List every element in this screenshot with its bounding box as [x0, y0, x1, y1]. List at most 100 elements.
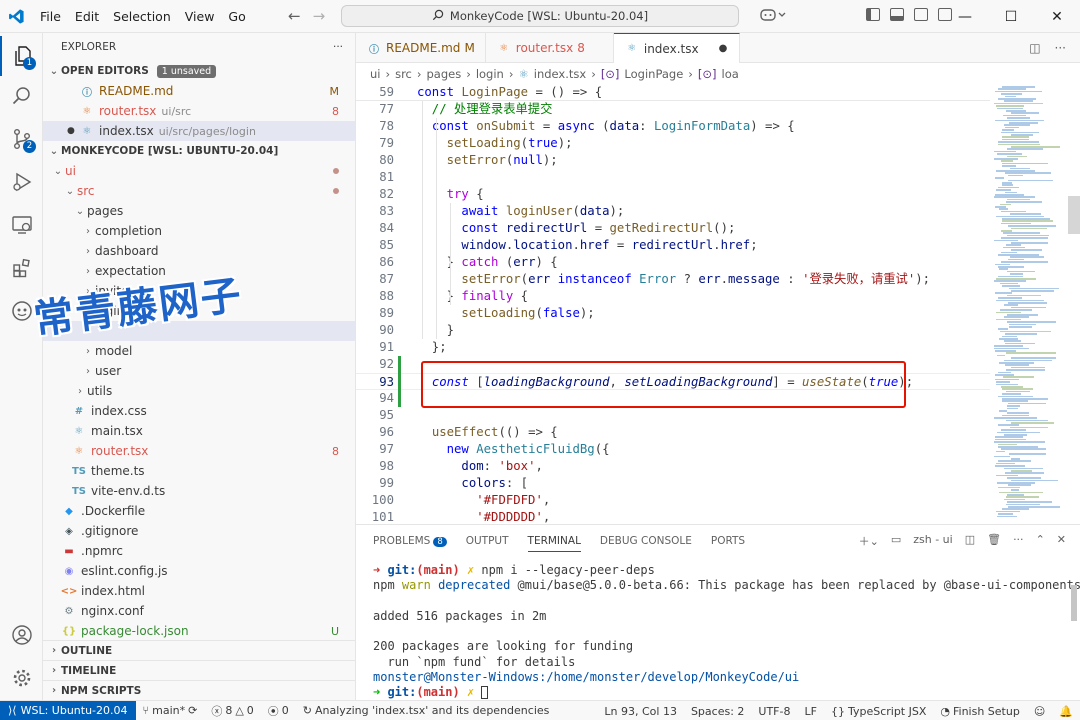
code-editor[interactable]: 59 const LoginPage = () => {77 // 处理登录表单提…	[356, 84, 990, 524]
new-terminal-icon[interactable]: ＋⌄	[859, 533, 879, 549]
tab-index[interactable]: ⚛ index.tsx ●	[613, 33, 741, 63]
menu-selection[interactable]: Selection	[106, 9, 178, 24]
minimap[interactable]	[990, 84, 1070, 524]
end-of-line[interactable]: LF	[797, 705, 823, 718]
language-mode[interactable]: {} TypeScript JSX	[824, 705, 933, 718]
code-line[interactable]: 81	[356, 169, 990, 186]
breadcrumb-item[interactable]: ui	[370, 67, 380, 81]
menu-file[interactable]: File	[33, 9, 68, 24]
tree-folder-login[interactable]: ⌄ login	[43, 301, 355, 321]
menu-view[interactable]: View	[178, 9, 222, 24]
kill-terminal-icon[interactable]: 🗑	[987, 533, 1001, 549]
code-line[interactable]: 89 setLoading(false);	[356, 305, 990, 322]
maximize-panel-icon[interactable]: ⌃	[1036, 533, 1045, 549]
tree-folder-dashboard[interactable]: › dashboard	[43, 241, 355, 261]
indentation[interactable]: Spaces: 2	[684, 705, 751, 718]
menu-go[interactable]: Go	[221, 9, 252, 24]
copilot-status-icon[interactable]: ☺	[1027, 705, 1052, 718]
notifications-bell-icon[interactable]: 🔔	[1052, 705, 1080, 718]
minimize-icon[interactable]: —	[942, 0, 988, 33]
code-line[interactable]: 100 '#FDFDFD',	[356, 492, 990, 509]
breadcrumb-item[interactable]: src	[395, 67, 412, 81]
back-arrow-icon[interactable]: ←	[288, 7, 301, 25]
code-line[interactable]: 86 } catch (err) {	[356, 254, 990, 271]
toggle-secondary-sidebar-icon[interactable]	[914, 8, 928, 21]
open-editor-index[interactable]: ● ⚛ index.tsx ui/src/pages/login	[43, 121, 355, 141]
copilot-icon[interactable]	[760, 7, 786, 25]
code-line[interactable]: 77 // 处理登录表单提交	[356, 101, 990, 118]
close-panel-icon[interactable]: ✕	[1057, 533, 1066, 549]
tree-file-npmrc[interactable]: ▬ .npmrc	[43, 541, 355, 561]
open-editor-readme[interactable]: ⓘ README.md M	[43, 81, 355, 101]
tab-output[interactable]: OUTPUT	[466, 535, 509, 547]
breadcrumb-item[interactable]: loa	[722, 67, 739, 81]
toggle-sidebar-icon[interactable]	[866, 8, 880, 21]
editor-scrollbar[interactable]	[1068, 196, 1080, 234]
breadcrumb-item[interactable]: pages	[427, 67, 462, 81]
code-line[interactable]: 90 }	[356, 322, 990, 339]
maximize-icon[interactable]: ☐	[988, 0, 1034, 33]
tree-selected-row[interactable]	[43, 321, 355, 341]
tree-file-index-html[interactable]: <> index.html	[43, 581, 355, 601]
tab-terminal[interactable]: TERMINAL	[527, 535, 581, 552]
search-view-icon[interactable]	[0, 76, 43, 116]
tab-debug-console[interactable]: DEBUG CONSOLE	[600, 535, 692, 547]
code-line[interactable]: 101 '#DDDDDD',	[356, 509, 990, 524]
remote-explorer-icon[interactable]	[0, 205, 43, 245]
cursor-position[interactable]: Ln 93, Col 13	[597, 705, 684, 718]
tree-folder-expectation[interactable]: › expectation	[43, 261, 355, 281]
tree-folder-src[interactable]: ⌄ src	[43, 181, 355, 201]
code-line[interactable]: 78 const onSubmit = async (data: LoginFo…	[356, 118, 990, 135]
tree-file-theme-ts[interactable]: TS theme.ts	[43, 461, 355, 481]
remote-indicator[interactable]: ⟩⟨ WSL: Ubuntu-20.04	[0, 700, 136, 720]
tree-folder-utils[interactable]: › utils	[43, 381, 355, 401]
sticky-scroll-line[interactable]: 59 const LoginPage = () => {	[356, 84, 990, 101]
breadcrumb-item[interactable]: login	[476, 67, 504, 81]
split-editor-icon[interactable]: ◫	[1029, 41, 1040, 55]
tab-readme[interactable]: ⓘ README.md M	[356, 33, 486, 63]
tree-file-router-tsx[interactable]: ⚛ router.tsx 8	[43, 441, 355, 461]
tab-router[interactable]: ⚛ router.tsx 8	[486, 33, 614, 63]
ports-indicator[interactable]: ⦿ 0	[261, 703, 296, 719]
tree-file-dockerfile[interactable]: ◆ .Dockerfile	[43, 501, 355, 521]
menu-edit[interactable]: Edit	[68, 9, 106, 24]
explorer-icon[interactable]: 1	[0, 36, 43, 76]
code-line[interactable]: 97 new AestheticFluidBg({	[356, 441, 990, 458]
branch-indicator[interactable]: ⑂ main* ⟳	[136, 704, 205, 717]
open-editors-section[interactable]: ⌄ OPEN EDITORS 1 unsaved	[43, 61, 355, 81]
code-line[interactable]: 80 setError(null);	[356, 152, 990, 169]
tree-folder-user[interactable]: › user	[43, 361, 355, 381]
tab-ports[interactable]: PORTS	[711, 535, 745, 547]
tree-file-main-tsx[interactable]: ⚛ main.tsx	[43, 421, 355, 441]
encoding[interactable]: UTF-8	[751, 705, 797, 718]
code-line[interactable]: 98 dom: 'box',	[356, 458, 990, 475]
code-line[interactable]: 88 } finally {	[356, 288, 990, 305]
more-actions-icon[interactable]: ···	[1013, 533, 1024, 549]
extensions-icon[interactable]	[0, 248, 43, 288]
outline-section[interactable]: › OUTLINE	[43, 640, 355, 660]
terminal-shell-label[interactable]: zsh - ui	[913, 533, 952, 549]
tree-file-gitignore[interactable]: ◈ .gitignore	[43, 521, 355, 541]
tree-file-package-lock[interactable]: {} package-lock.json U	[43, 621, 355, 641]
breadcrumb-item[interactable]: LoginPage	[624, 67, 683, 81]
problems-indicator[interactable]: ⓧ 8 △ 0	[204, 703, 260, 719]
run-debug-icon[interactable]	[0, 162, 43, 202]
tree-folder-model[interactable]: › model	[43, 341, 355, 361]
code-line[interactable]: 95	[356, 407, 990, 424]
open-editor-router[interactable]: ⚛ router.tsx ui/src 8	[43, 101, 355, 121]
more-actions-icon[interactable]: ···	[1055, 41, 1066, 55]
code-line[interactable]: 83 await loginUser(data);	[356, 203, 990, 220]
tree-folder-pages[interactable]: ⌄ pages	[43, 201, 355, 221]
tree-folder-ui[interactable]: ⌄ ui	[43, 161, 355, 181]
code-line[interactable]: 79 setLoading(true);	[356, 135, 990, 152]
source-control-icon[interactable]: 2	[0, 119, 43, 159]
npm-scripts-section[interactable]: › NPM SCRIPTS	[43, 680, 355, 700]
unsaved-dot-icon[interactable]: ●	[719, 43, 728, 54]
finish-setup[interactable]: ◔ Finish Setup	[933, 705, 1026, 718]
account-icon[interactable]	[0, 615, 43, 655]
code-line[interactable]: 99 colors: [	[356, 475, 990, 492]
tree-file-index-css[interactable]: # index.css	[43, 401, 355, 421]
code-line[interactable]: 85 window.location.href = redirectUrl.hr…	[356, 237, 990, 254]
tree-file-eslint[interactable]: ◉ eslint.config.js	[43, 561, 355, 581]
breadcrumb-item[interactable]: index.tsx	[534, 67, 586, 81]
